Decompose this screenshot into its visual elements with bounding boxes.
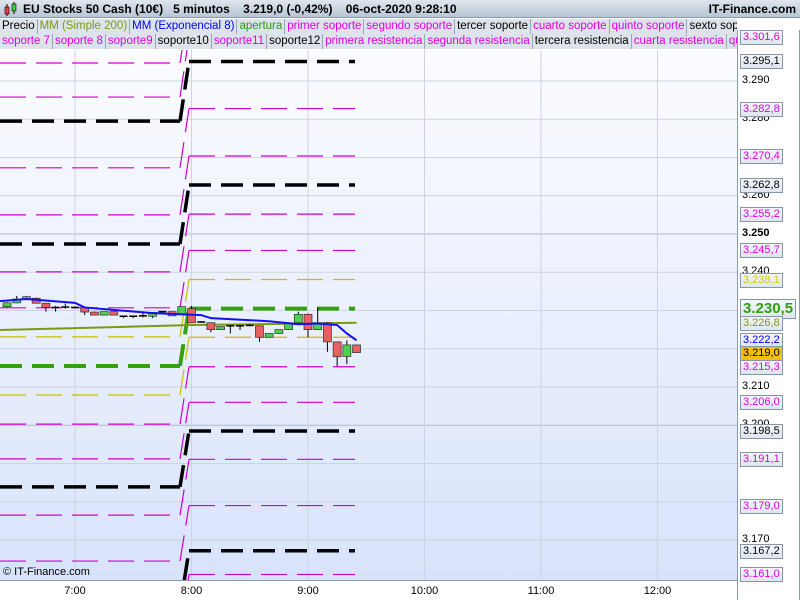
price-level-label: 3.245,7 <box>740 243 783 259</box>
level-line-m <box>179 250 190 308</box>
chart-title: EU Stocks 50 Cash (10€) 5 minutos 3.219,… <box>23 1 457 16</box>
price-level-label: 3.262,8 <box>740 178 783 194</box>
legend-item[interactable]: quinta resistencia <box>726 34 737 49</box>
price-tick-label: 3.290 <box>742 74 770 86</box>
price-level-label: 3.179,0 <box>740 498 783 514</box>
legend-item[interactable]: cuarta resistencia <box>631 34 727 49</box>
price-level-label: 3.161,0 <box>740 567 783 583</box>
price-level-label: 3.219,0 <box>740 345 783 361</box>
level-line-m <box>179 50 183 64</box>
candle-bearish <box>332 341 342 358</box>
time-tick-label: 12:00 <box>643 585 672 597</box>
legend-item[interactable]: quinto soporte <box>609 19 688 34</box>
level-line-m <box>179 505 190 562</box>
time-tick-label: 7:00 <box>64 585 86 597</box>
legend-item[interactable]: soporte 7 <box>0 34 53 49</box>
legend-item[interactable]: soporte 8 <box>52 34 106 49</box>
candle-bullish <box>99 311 109 316</box>
price-level-label: 3.198,5 <box>740 423 783 439</box>
legend-item[interactable]: soporte10 <box>155 34 212 49</box>
candle-bearish <box>352 344 361 353</box>
price-level-label: 3.301,6 <box>740 29 783 45</box>
legend-item[interactable]: tercera resistencia <box>532 34 632 49</box>
candle-bearish <box>255 325 264 338</box>
candle-bearish <box>323 322 332 343</box>
candle-bullish <box>274 329 284 334</box>
candle-bullish <box>177 306 187 315</box>
legend-item[interactable]: cuarto soporte <box>531 19 610 34</box>
legend-item[interactable]: MM (Simple 200) <box>37 19 131 34</box>
price-level-label: 3.191,1 <box>740 452 783 468</box>
price-level-label: 3.215,3 <box>740 359 783 375</box>
time-tick-label: 11:00 <box>527 585 555 597</box>
copyright-text: © IT-Finance.com <box>3 566 90 578</box>
title-bar: EU Stocks 50 Cash (10€) 5 minutos 3.219,… <box>0 0 800 18</box>
legend-item[interactable]: tercer soporte <box>455 19 532 34</box>
price-level-label: 3.270,4 <box>740 148 783 164</box>
candle-bullish <box>216 326 225 330</box>
price-level-label: 3.206,0 <box>740 395 783 411</box>
candle-bullish <box>2 302 12 308</box>
time-tick-label: 10:00 <box>410 585 439 597</box>
time-tick-label: 9:00 <box>297 585 319 597</box>
brand-name: IT-Finance.com <box>708 1 796 16</box>
price-level-label: 3.255,2 <box>740 207 783 223</box>
candle-bearish <box>303 313 313 330</box>
price-level-label: 3.282,8 <box>740 101 783 117</box>
legend-item[interactable]: Precio <box>0 19 38 34</box>
legend-item[interactable]: primera resistencia <box>323 34 426 49</box>
legend-item[interactable]: segundo soporte <box>364 19 456 34</box>
price-chart <box>0 50 737 580</box>
level-line-k <box>178 430 191 488</box>
legend-item[interactable]: primer soporte <box>285 19 365 34</box>
candle-bearish <box>206 322 216 330</box>
candle-bullish <box>293 313 303 324</box>
chart-plot-area[interactable] <box>0 50 737 580</box>
price-level-label: 3.295,1 <box>740 54 783 70</box>
price-tick-label: 3.250 <box>742 227 770 239</box>
legend-item[interactable]: apertura <box>237 19 286 34</box>
price-level-label: 3.238,1 <box>740 272 783 288</box>
legend-item[interactable]: soporte12 <box>267 34 324 49</box>
candle-bullish <box>264 333 274 338</box>
candle-bearish <box>109 311 119 316</box>
price-level-label: 3.167,2 <box>740 543 783 559</box>
ema8-line <box>0 298 358 342</box>
price-tick-label: 3.210 <box>742 380 770 392</box>
legend-row-1: Precio MM (Simple 200) MM (Exponencial 8) a… <box>0 19 737 35</box>
level-line-k <box>178 184 191 245</box>
legend-item[interactable]: soporte9 <box>105 34 156 49</box>
legend-item[interactable]: soporte11 <box>211 34 268 49</box>
price-axis: 3.3003.2903.2803.2603.2503.2403.2103.200… <box>737 29 800 600</box>
candle-bullish <box>342 344 352 357</box>
level-line-m <box>179 366 190 425</box>
candle-bearish <box>41 302 51 308</box>
legend-item[interactable]: sexto soporte <box>687 19 737 34</box>
candle-bearish <box>90 311 99 316</box>
candlestick-chart-icon <box>4 1 17 16</box>
legend-item[interactable]: segunda resistencia <box>425 34 533 49</box>
time-tick-label: 8:00 <box>180 585 203 597</box>
price-level-label: 3.226,8 <box>740 315 783 331</box>
legend-item[interactable]: MM (Exponencial 8) <box>130 19 238 34</box>
time-axis: 7:00 8:00 9:00 10:00 11:00 12:00 <box>0 580 737 600</box>
legend-row-2: soporte 7 soporte 8 soporte9 soporte10 sopor… <box>0 34 737 50</box>
